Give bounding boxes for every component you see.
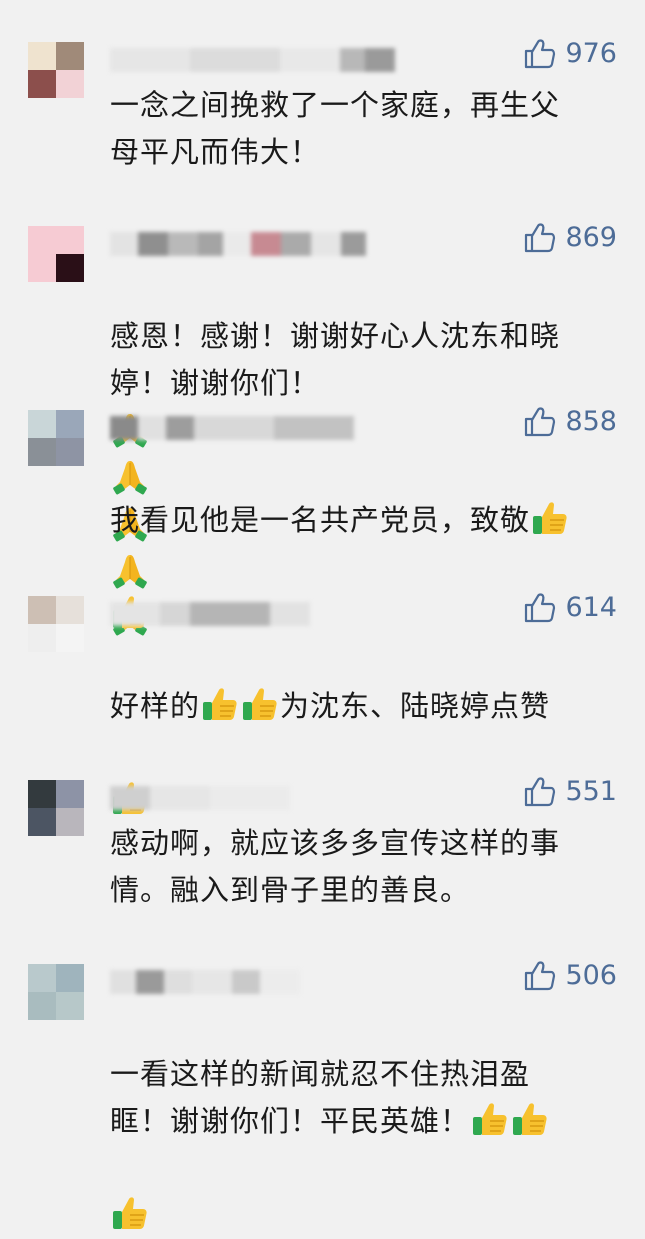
comment-text-body-2: 为沈东、陆晓婷点赞: [280, 689, 551, 723]
avatar-tile: [56, 596, 84, 624]
blurred-username[interactable]: [110, 230, 366, 258]
like-button[interactable]: 869: [523, 220, 617, 254]
comment-text-body: 我看见他是一名共产党员，致敬: [110, 503, 531, 537]
avatar-tile: [56, 808, 84, 836]
thumbs-up-icon: [523, 774, 557, 808]
avatar-tile: [28, 624, 56, 652]
thumbs-up-icon: [523, 404, 557, 438]
blurred-username[interactable]: [110, 600, 310, 628]
like-button[interactable]: 551: [523, 774, 617, 808]
thumbs-up-emoji-icon: [200, 684, 240, 724]
avatar[interactable]: [28, 42, 84, 98]
like-count: 976: [565, 37, 617, 69]
avatar-tile: [56, 438, 84, 466]
avatar-tile: [28, 438, 56, 466]
like-button[interactable]: 858: [523, 404, 617, 438]
like-count: 869: [565, 221, 617, 253]
like-button[interactable]: 506: [523, 958, 617, 992]
comment-text: 一念之间挽救了一个家庭，再生父 母平凡而伟大！: [110, 88, 561, 169]
thumbs-up-icon: [523, 220, 557, 254]
thumbs-up-emoji-icon: [110, 1193, 150, 1233]
thumbs-up-icon: [523, 958, 557, 992]
avatar-tile: [28, 992, 56, 1020]
avatar-tile: [28, 780, 56, 808]
avatar-tile: [56, 254, 84, 282]
avatar[interactable]: [28, 410, 84, 466]
thumbs-up-icon: [523, 36, 557, 70]
comment-text-body: 感恩！感谢！谢谢好心人沈东和晓 婷！谢谢你们！: [110, 319, 561, 400]
like-count: 551: [565, 775, 617, 807]
avatar-tile: [56, 70, 84, 98]
avatar[interactable]: [28, 596, 84, 652]
avatar-tile: [56, 226, 84, 254]
avatar-tile: [56, 964, 84, 992]
blurred-username[interactable]: [110, 784, 290, 812]
avatar-tile: [56, 780, 84, 808]
like-button[interactable]: 614: [523, 590, 617, 624]
avatar[interactable]: [28, 780, 84, 836]
thumbs-up-emoji-icon: [470, 1099, 510, 1139]
avatar-tile: [56, 624, 84, 652]
thumbs-up-emoji-icon: [530, 498, 570, 538]
avatar-tile: [28, 70, 56, 98]
avatar[interactable]: [28, 226, 84, 282]
avatar-tile: [56, 410, 84, 438]
avatar-tile: [56, 992, 84, 1020]
comment-text: 一看这样的新闻就忍不住热泪盈 眶！谢谢你们！平民英雄！: [110, 1004, 610, 1239]
like-count: 506: [565, 959, 617, 991]
thumbs-up-icon: [523, 590, 557, 624]
thumbs-up-emoji-icon: [510, 1099, 550, 1139]
comment-text-body: 一看这样的新闻就忍不住热泪盈 眶！谢谢你们！平民英雄！: [110, 1057, 531, 1138]
blurred-username[interactable]: [110, 46, 395, 74]
like-button[interactable]: 976: [523, 36, 617, 70]
avatar-tile: [28, 410, 56, 438]
comment-text-body: 好样的: [110, 689, 201, 723]
avatar-tile: [28, 808, 56, 836]
comment-text: 感动啊，就应该多多宣传这样的事 情。融入到骨子里的善良。: [110, 826, 561, 907]
thumbs-up-emoji-icon: [240, 684, 280, 724]
like-count: 858: [565, 405, 617, 437]
avatar-tile: [56, 42, 84, 70]
avatar-tile: [28, 254, 56, 282]
avatar-tile: [28, 964, 56, 992]
avatar[interactable]: [28, 964, 84, 1020]
blurred-username[interactable]: [110, 968, 300, 996]
avatar-tile: [28, 226, 56, 254]
avatar-tile: [28, 42, 56, 70]
blurred-username[interactable]: [110, 414, 354, 442]
like-count: 614: [565, 591, 617, 623]
avatar-tile: [28, 596, 56, 624]
